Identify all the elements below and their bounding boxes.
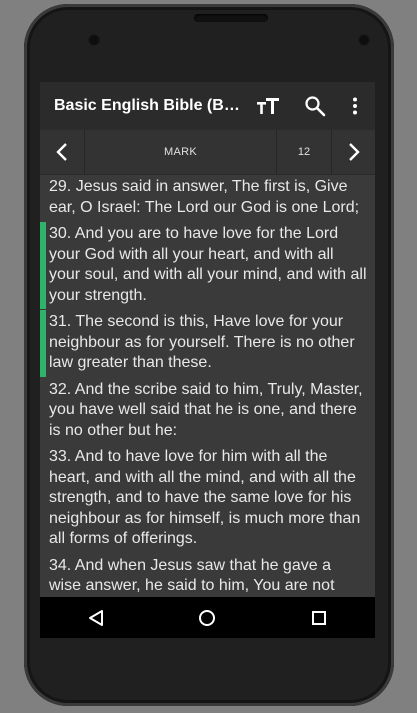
verse-item[interactable]: 33. And to have love for him with all th… (40, 445, 375, 553)
system-navigation-bar (40, 597, 375, 638)
text-size-button[interactable] (248, 82, 288, 130)
earpiece-speaker (194, 14, 268, 22)
recents-square-icon (312, 610, 327, 625)
chapter-navigation: MARK 12 (40, 130, 375, 175)
front-camera (88, 34, 100, 46)
proximity-sensor (358, 34, 370, 46)
verse-item-highlighted[interactable]: 30. And you are to have love for the Lor… (40, 222, 375, 309)
verse-item[interactable]: 29. Jesus said in answer, The first is, … (40, 175, 375, 221)
chapter-selector[interactable]: 12 (277, 130, 332, 174)
verse-item[interactable]: 32. And the scribe said to him, Truly, M… (40, 378, 375, 445)
more-vert-icon (353, 97, 357, 115)
verse-list[interactable]: 29. Jesus said in answer, The first is, … (40, 175, 375, 597)
recents-button[interactable] (289, 597, 349, 638)
next-chapter-button[interactable] (332, 130, 375, 174)
app-screen: Basic English Bible (B… MARK 12 29. Jesu… (40, 82, 375, 638)
home-circle-icon (199, 609, 216, 626)
verse-item[interactable]: 34. And when Jesus saw that he gave a wi… (40, 554, 375, 598)
overflow-menu-button[interactable] (342, 82, 368, 130)
home-button[interactable] (177, 597, 237, 638)
search-icon (305, 96, 326, 117)
book-selector[interactable]: MARK (85, 130, 277, 174)
app-bar: Basic English Bible (B… (40, 82, 375, 130)
verse-item-highlighted[interactable]: 31. The second is this, Have love for yo… (40, 310, 375, 377)
text-size-icon (257, 98, 279, 114)
app-title: Basic English Bible (B… (54, 97, 240, 114)
back-button[interactable] (66, 597, 126, 638)
chevron-right-icon (348, 143, 360, 161)
previous-chapter-button[interactable] (40, 130, 85, 174)
back-triangle-icon (88, 609, 103, 626)
chevron-left-icon (56, 143, 67, 161)
search-button[interactable] (300, 82, 330, 130)
